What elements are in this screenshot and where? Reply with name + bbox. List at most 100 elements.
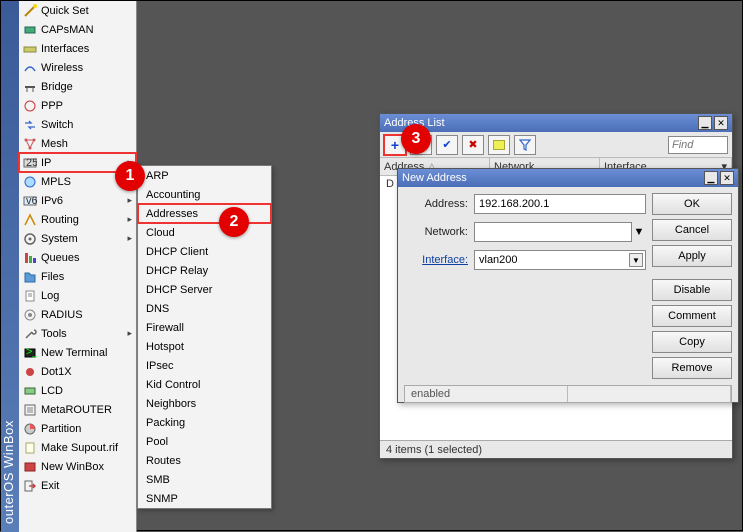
interface-label[interactable]: Interface: [404,254,474,266]
sidebar-item-capsman[interactable]: CAPsMAN [19,20,136,39]
partition-icon [23,422,37,436]
winbox-icon [23,460,37,474]
sidebar-item-label: Tools [41,328,67,340]
address-list-titlebar[interactable]: Address List ▁ ✕ [380,114,732,132]
close-button[interactable]: ✕ [714,116,728,130]
enable-button[interactable]: ✔ [436,135,458,155]
sidebar-item-new-winbox[interactable]: New WinBox [19,457,136,476]
submenu-item-pool[interactable]: Pool [138,432,271,451]
apply-button[interactable]: Apply [652,245,732,267]
new-address-titlebar[interactable]: New Address ▁ ✕ [398,169,738,187]
sidebar-item-metarouter[interactable]: MetaROUTER [19,400,136,419]
bridge-icon [23,80,37,94]
submenu-item-firewall[interactable]: Firewall [138,318,271,337]
close-button[interactable]: ✕ [720,171,734,185]
submenu-item-kid-control[interactable]: Kid Control [138,375,271,394]
sidebar-item-wireless[interactable]: Wireless [19,58,136,77]
window-title: New Address [402,172,467,184]
sidebar-item-tools[interactable]: Tools▸ [19,324,136,343]
sidebar-item-quick-set[interactable]: Quick Set [19,1,136,20]
sidebar-item-switch[interactable]: Switch [19,115,136,134]
annotation-badge-2: 2 [219,207,249,237]
button-column: OK Cancel Apply Disable Comment Copy Rem… [652,193,732,379]
submenu-item-dhcp-server[interactable]: DHCP Server [138,280,271,299]
submenu-label: DNS [146,303,169,315]
disable-button[interactable]: Disable [652,279,732,301]
chevron-right-icon: ▸ [127,233,132,244]
sidebar-item-radius[interactable]: RADIUS [19,305,136,324]
submenu-item-routes[interactable]: Routes [138,451,271,470]
chevron-down-icon[interactable]: ▼ [629,253,643,267]
submenu-item-ipsec[interactable]: IPsec [138,356,271,375]
note-icon [493,140,505,150]
caps-icon [23,23,37,37]
sidebar-item-label: PPP [41,100,63,112]
submenu-item-dhcp-relay[interactable]: DHCP Relay [138,261,271,280]
sidebar-item-files[interactable]: Files [19,267,136,286]
submenu-item-accounting[interactable]: Accounting [138,185,271,204]
address-input[interactable] [474,194,646,214]
sidebar-item-routing[interactable]: Routing▸ [19,210,136,229]
sidebar-item-queues[interactable]: Queues [19,248,136,267]
submenu-item-arp[interactable]: ARP [138,166,271,185]
sidebar-item-mesh[interactable]: Mesh [19,134,136,153]
comment-button[interactable] [488,135,510,155]
sidebar-item-log[interactable]: Log [19,286,136,305]
minimize-button[interactable]: ▁ [698,116,712,130]
supout-icon [23,441,37,455]
interface-select[interactable]: vlan200 ▼ [474,250,646,270]
sidebar-item-label: Make Supout.rif [41,442,118,454]
sidebar-item-system[interactable]: System▸ [19,229,136,248]
sidebar-item-label: Exit [41,480,59,492]
sidebar-item-ipv6[interactable]: v6IPv6▸ [19,191,136,210]
filter-button[interactable] [514,135,536,155]
interfaces-icon [23,42,37,56]
sidebar-item-dot1x[interactable]: Dot1X [19,362,136,381]
sidebar-item-exit[interactable]: Exit [19,476,136,495]
submenu-item-dhcp-client[interactable]: DHCP Client [138,242,271,261]
terminal-icon: >_ [23,346,37,360]
submenu-item-addresses[interactable]: Addresses [138,204,271,223]
submenu-item-snmp[interactable]: SNMP [138,489,271,508]
submenu-label: Kid Control [146,379,200,391]
log-icon [23,289,37,303]
sidebar-item-make-supout[interactable]: Make Supout.rif [19,438,136,457]
submenu-label: Firewall [146,322,184,334]
wand-icon [23,4,37,18]
lcd-icon [23,384,37,398]
sidebar-item-interfaces[interactable]: Interfaces [19,39,136,58]
comment-button[interactable]: Comment [652,305,732,327]
sidebar-item-label: IP [41,157,51,169]
ip-icon: 255 [23,156,37,170]
submenu-item-hotspot[interactable]: Hotspot [138,337,271,356]
sidebar-item-label: New Terminal [41,347,107,359]
sidebar-item-partition[interactable]: Partition [19,419,136,438]
submenu-label: Hotspot [146,341,184,353]
sidebar-item-bridge[interactable]: Bridge [19,77,136,96]
sidebar-item-lcd[interactable]: LCD [19,381,136,400]
network-dropdown-icon[interactable]: ▼ [632,226,646,238]
find-input[interactable] [668,136,728,154]
submenu-item-packing[interactable]: Packing [138,413,271,432]
ok-button[interactable]: OK [652,193,732,215]
network-input[interactable] [474,222,632,242]
svg-text:>_: >_ [26,346,37,358]
sidebar-item-new-terminal[interactable]: >_ New Terminal [19,343,136,362]
sidebar-item-ppp[interactable]: PPP [19,96,136,115]
svg-text:v6: v6 [26,195,37,207]
remove-button[interactable]: Remove [652,357,732,379]
submenu-label: Neighbors [146,398,196,410]
queues-icon [23,251,37,265]
submenu-item-dns[interactable]: DNS [138,299,271,318]
minimize-button[interactable]: ▁ [704,171,718,185]
sidebar-item-label: IPv6 [41,195,63,207]
network-label: Network: [404,226,474,238]
ip-submenu: ARP Accounting Addresses Cloud DHCP Clie… [137,165,272,509]
submenu-item-neighbors[interactable]: Neighbors [138,394,271,413]
copy-button[interactable]: Copy [652,331,732,353]
disable-button[interactable]: ✖ [462,135,484,155]
submenu-item-cloud[interactable]: Cloud [138,223,271,242]
submenu-item-smb[interactable]: SMB [138,470,271,489]
status-enabled: enabled [405,386,568,402]
cancel-button[interactable]: Cancel [652,219,732,241]
